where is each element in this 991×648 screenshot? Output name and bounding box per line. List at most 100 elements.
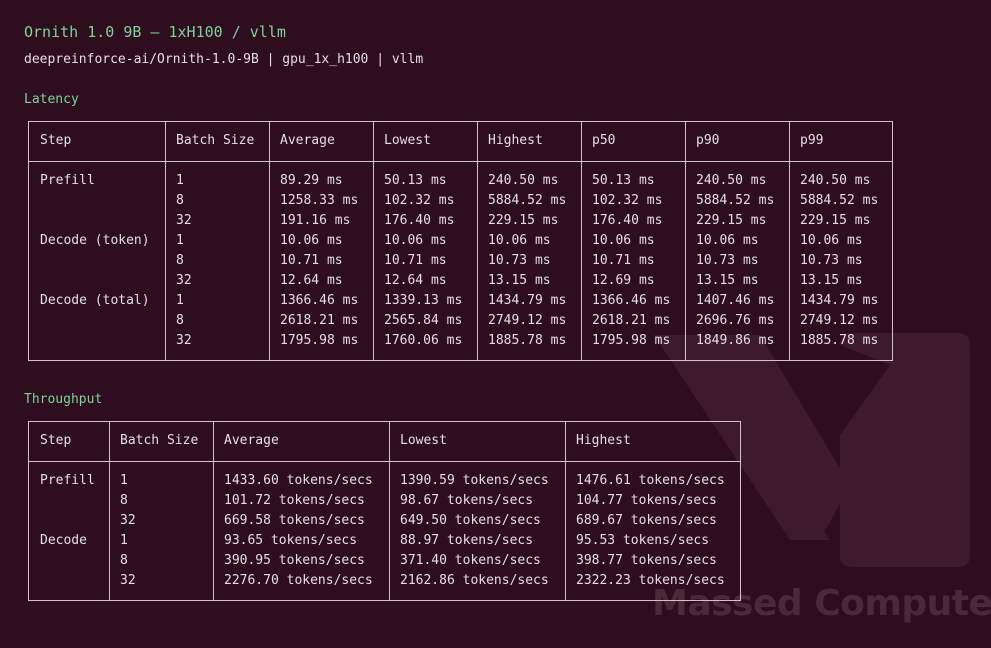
latency-table-cell: 1339.13 ms (384, 293, 463, 308)
throughput-table-cell: 32 (120, 573, 136, 588)
throughput-table-cell: 1433.60 tokens/secs (224, 473, 373, 488)
latency-table-cell: 1366.46 ms (280, 293, 359, 308)
latency-table-cell: 1 (176, 293, 184, 308)
latency-table-cell: 5884.52 ms (696, 193, 775, 208)
throughput-table: Step Batch Size Average Lowest Highest Prefil… (28, 421, 741, 601)
latency-table-cell: 1258.33 ms (280, 193, 359, 208)
throughput-table-cell: 8 (120, 553, 128, 568)
latency-table-cell: 10.06 ms (592, 233, 655, 248)
throughput-column-header: Lowest (400, 433, 447, 448)
latency-table-cell: 176.40 ms (384, 213, 455, 228)
latency-table-cell: 2749.12 ms (488, 313, 567, 328)
latency-table-cell: 12.69 ms (592, 273, 655, 288)
latency-column-divider (269, 122, 270, 360)
latency-table-cell: Decode (token) (40, 233, 150, 248)
latency-table-cell: 102.32 ms (592, 193, 663, 208)
throughput-column-divider (109, 422, 110, 600)
latency-section-label: Latency (24, 92, 79, 107)
latency-table-cell: 10.06 ms (800, 233, 863, 248)
latency-table-cell: 1 (176, 173, 184, 188)
throughput-table-cell: 371.40 tokens/secs (400, 553, 541, 568)
throughput-table-cell: 2162.86 tokens/secs (400, 573, 549, 588)
throughput-table-cell: 104.77 tokens/secs (576, 493, 717, 508)
latency-table-cell: 10.71 ms (280, 253, 343, 268)
throughput-column-header: Highest (576, 433, 631, 448)
throughput-header-divider (29, 461, 740, 462)
latency-column-header: Average (280, 133, 335, 148)
latency-table-cell: 13.15 ms (488, 273, 551, 288)
latency-table-cell: 8 (176, 313, 184, 328)
throughput-table-cell: 98.67 tokens/secs (400, 493, 534, 508)
throughput-table-cell: 88.97 tokens/secs (400, 533, 534, 548)
latency-table-cell: 1407.46 ms (696, 293, 775, 308)
latency-table-cell: 10.06 ms (384, 233, 447, 248)
latency-table-cell: Prefill (40, 173, 95, 188)
latency-table-cell: 240.50 ms (696, 173, 767, 188)
latency-column-header: p99 (800, 133, 824, 148)
throughput-table-cell: 1476.61 tokens/secs (576, 473, 725, 488)
latency-table-cell: 10.73 ms (800, 253, 863, 268)
throughput-column-header: Step (40, 433, 72, 448)
latency-column-divider (373, 122, 374, 360)
latency-column-header: p50 (592, 133, 616, 148)
throughput-table-cell: Prefill (40, 473, 95, 488)
throughput-table-cell: 1 (120, 533, 128, 548)
latency-table-cell: 12.64 ms (280, 273, 343, 288)
throughput-table-cell: 32 (120, 513, 136, 528)
latency-table-cell: 1434.79 ms (800, 293, 879, 308)
latency-table-cell: 10.06 ms (488, 233, 551, 248)
latency-table-cell: 1434.79 ms (488, 293, 567, 308)
latency-table-cell: 1885.78 ms (800, 333, 879, 348)
latency-table-cell: 176.40 ms (592, 213, 663, 228)
latency-table-cell: 5884.52 ms (800, 193, 879, 208)
latency-table-cell: 32 (176, 273, 192, 288)
latency-table-cell: 2618.21 ms (280, 313, 359, 328)
latency-column-divider (685, 122, 686, 360)
throughput-table-cell: 93.65 tokens/secs (224, 533, 358, 548)
throughput-table-cell: 95.53 tokens/secs (576, 533, 710, 548)
latency-table-cell: 10.73 ms (696, 253, 759, 268)
latency-table-cell: 229.15 ms (488, 213, 559, 228)
latency-table-cell: 50.13 ms (592, 173, 655, 188)
latency-table: Step Batch Size Average Lowest Highest p50 p90… (28, 121, 893, 361)
latency-table-cell: 8 (176, 253, 184, 268)
throughput-column-divider (213, 422, 214, 600)
latency-table-cell: 1849.86 ms (696, 333, 775, 348)
latency-column-header: Step (40, 133, 72, 148)
latency-table-cell: 229.15 ms (800, 213, 871, 228)
page-title: Ornith 1.0 9B — 1xH100 / vllm (24, 23, 286, 41)
latency-table-cell: 32 (176, 333, 192, 348)
throughput-column-header: Average (224, 433, 279, 448)
latency-table-cell: 50.13 ms (384, 173, 447, 188)
latency-column-header: Batch Size (176, 133, 255, 148)
throughput-table-cell: 8 (120, 493, 128, 508)
latency-table-cell: 13.15 ms (800, 273, 863, 288)
latency-header-divider (29, 161, 892, 162)
latency-table-cell: 2696.76 ms (696, 313, 775, 328)
latency-table-cell: 102.32 ms (384, 193, 455, 208)
latency-table-cell: 2618.21 ms (592, 313, 671, 328)
throughput-table-cell: 1 (120, 473, 128, 488)
latency-table-cell: 32 (176, 213, 192, 228)
latency-table-cell: 10.71 ms (592, 253, 655, 268)
throughput-column-header: Batch Size (120, 433, 199, 448)
throughput-table-cell: 669.58 tokens/secs (224, 513, 365, 528)
latency-column-divider (789, 122, 790, 360)
latency-column-header: p90 (696, 133, 720, 148)
latency-table-cell: 10.73 ms (488, 253, 551, 268)
latency-column-divider (477, 122, 478, 360)
latency-table-cell: 2749.12 ms (800, 313, 879, 328)
latency-table-cell: 2565.84 ms (384, 313, 463, 328)
latency-table-cell: 1795.98 ms (280, 333, 359, 348)
latency-table-cell: 10.06 ms (280, 233, 343, 248)
latency-table-cell: Decode (total) (40, 293, 150, 308)
latency-table-cell: 240.50 ms (488, 173, 559, 188)
latency-table-cell: 229.15 ms (696, 213, 767, 228)
throughput-table-cell: 689.67 tokens/secs (576, 513, 717, 528)
latency-table-cell: 240.50 ms (800, 173, 871, 188)
throughput-table-cell: 2276.70 tokens/secs (224, 573, 373, 588)
throughput-section-label: Throughput (24, 392, 103, 407)
latency-table-cell: 89.29 ms (280, 173, 343, 188)
latency-table-cell: 10.71 ms (384, 253, 447, 268)
latency-column-divider (165, 122, 166, 360)
